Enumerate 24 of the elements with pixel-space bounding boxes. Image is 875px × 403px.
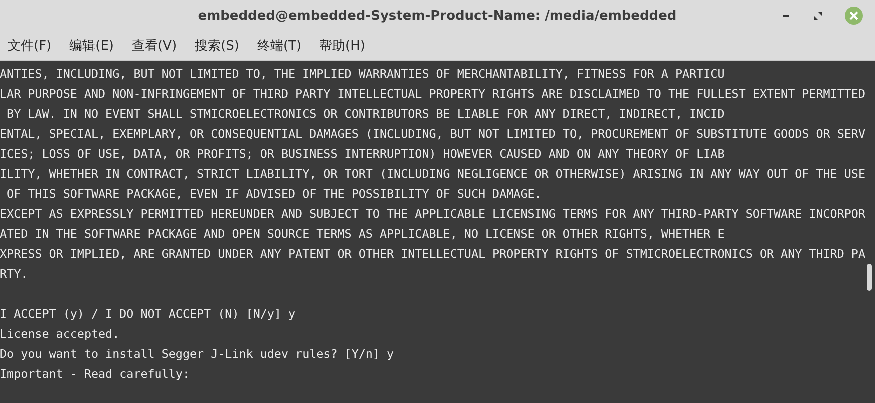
terminal-line: OF THIS SOFTWARE PACKAGE, EVEN IF ADVISED OF THE POSSIBILITY OF SUCH DAMAGE. xyxy=(6,186,542,203)
menu-item[interactable]: 终端(T) xyxy=(257,37,302,55)
terminal-line: XPRESS OR IMPLIED, ARE GRANTED UNDER ANY PATENT OR OTHER INTELLECTUAL PROPERTY RIGHTS OF STMICROELECTRONICS OR ANY THIRD PA xyxy=(0,246,866,263)
terminal-line: Important - Read carefully: xyxy=(0,366,190,383)
terminal-line: ILITY, WHETHER IN CONTRACT, STRICT LIABILITY, OR TORT (INCLUDING NEGLIGENCE OR OTHERWISE) ARISING IN ANY WAY OUT OF THE USE xyxy=(0,166,866,183)
terminal-line: ANTIES, INCLUDING, BUT NOT LIMITED TO, THE IMPLIED WARRANTIES OF MERCHANTABILITY, FITNESS FOR A PARTICU xyxy=(0,66,725,83)
terminal-line: ENTAL, SPECIAL, EXEMPLARY, OR CONSEQUENTIAL DAMAGES (INCLUDING, BUT NOT LIMITED TO, PROCUREMENT OF SUBSTITUTE GOODS OR SERV xyxy=(0,126,866,143)
terminal-line: EXCEPT AS EXPRESSLY PERMITTED HEREUNDER AND SUBJECT TO THE APPLICABLE LICENSING TERMS FOR ANY THIRD-PARTY SOFTWARE INCORPOR xyxy=(0,206,866,223)
terminal-line: License accepted. xyxy=(0,326,120,343)
terminal-line: BY LAW. IN NO EVENT SHALL STMICROELECTRONICS OR CONTRIBUTORS BE LIABLE FOR ANY DIRECT, INDIRECT, INCID xyxy=(6,106,725,123)
terminal-line: RTY. xyxy=(0,266,28,283)
terminal-line: ATED IN THE SOFTWARE PACKAGE AND OPEN SOURCE TERMS AS APPLICABLE, NO LICENSE OR OTHER RIGHTS, WHETHER E xyxy=(0,226,725,243)
terminal-line: ICES; LOSS OF USE, DATA, OR PROFITS; OR BUSINESS INTERRUPTION) HOWEVER CAUSED AND ON ANY THEORY OF LIAB xyxy=(0,146,725,163)
terminal-line: I ACCEPT (y) / I DO NOT ACCEPT (N) [N/y] y xyxy=(0,306,296,323)
window-title: embedded@embedded-System-Product-Name: /media/embedded xyxy=(198,8,677,24)
scrollbar-thumb[interactable] xyxy=(867,264,872,291)
menu-item[interactable]: 搜索(S) xyxy=(195,37,240,55)
menu-item[interactable]: 文件(F) xyxy=(8,37,52,55)
maximize-icon[interactable] xyxy=(813,11,823,21)
menu-item[interactable]: 编辑(E) xyxy=(70,37,114,55)
terminal-line: Do you want to install Segger J-Link udev rules? [Y/n] y xyxy=(0,346,394,363)
menu-item[interactable]: 帮助(H) xyxy=(320,37,366,55)
menu-item[interactable]: 查看(V) xyxy=(132,37,178,55)
terminal-line: LAR PURPOSE AND NON-INFRINGEMENT OF THIRD PARTY INTELLECTUAL PROPERTY RIGHTS ARE DISCLAIMED TO THE FULLEST EXTENT PERMITTED xyxy=(0,86,866,103)
